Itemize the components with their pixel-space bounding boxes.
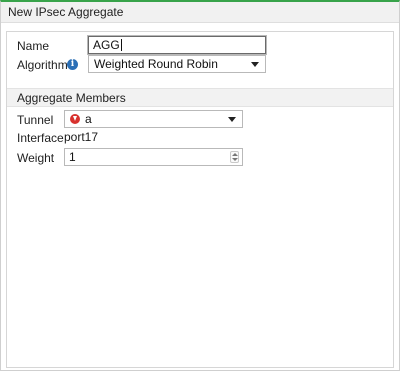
info-icon[interactable]: i <box>67 59 78 70</box>
aggregate-members-header: Aggregate Members <box>7 88 393 107</box>
weight-input[interactable]: 1 <box>64 148 243 166</box>
stepper-down-icon <box>232 158 238 161</box>
weight-label: Weight <box>17 151 55 165</box>
stepper-up-icon <box>232 153 238 156</box>
interface-value: port17 <box>64 130 99 144</box>
tunnel-label: Tunnel <box>17 113 54 127</box>
ipsec-aggregate-dialog: New IPsec Aggregate Name AGG Algorithm i… <box>0 0 400 371</box>
interface-label: Interface <box>17 131 64 145</box>
chevron-down-icon <box>228 117 236 122</box>
name-label: Name <box>17 39 50 53</box>
text-caret <box>120 39 122 51</box>
tunnel-select-value: a <box>85 112 92 126</box>
stepper-icon[interactable] <box>230 151 239 163</box>
dialog-title: New IPsec Aggregate <box>1 2 399 23</box>
algorithm-select[interactable]: Weighted Round Robin <box>88 55 266 73</box>
tunnel-down-icon <box>70 114 80 124</box>
name-input-value: AGG <box>93 38 120 52</box>
name-input[interactable]: AGG <box>88 36 266 54</box>
chevron-down-icon <box>251 62 259 67</box>
weight-input-value: 1 <box>69 150 76 164</box>
algorithm-label: Algorithm <box>17 58 68 72</box>
algorithm-select-value: Weighted Round Robin <box>94 57 218 71</box>
form-content: Name AGG Algorithm i Weighted Round Robi… <box>6 31 394 368</box>
tunnel-select[interactable]: a <box>64 110 243 128</box>
